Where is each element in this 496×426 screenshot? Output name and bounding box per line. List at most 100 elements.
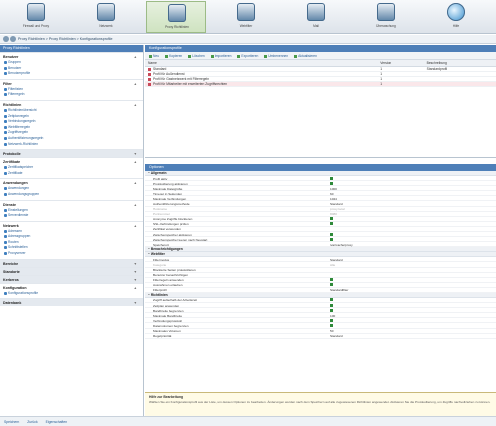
sidebar-item-benutzerprofile[interactable]: Benutzerprofile [0, 71, 143, 77]
checkbox[interactable] [330, 176, 333, 180]
option-value[interactable]: 1024 [330, 197, 337, 201]
expand-icon[interactable]: ▼ [134, 301, 137, 305]
sidebar-section-anwendungen[interactable]: Anwendungen ▲ [0, 178, 143, 186]
collapse-icon[interactable]: ▲ [134, 103, 137, 107]
sidebar-section-standorte[interactable]: Standorte ▼ [0, 266, 143, 275]
sidebar-section-filter[interactable]: Filter ▲ [0, 78, 143, 87]
option-label: Verbindungsprotokoll [153, 318, 182, 323]
option-value[interactable] [330, 237, 333, 242]
checkbox[interactable] [330, 323, 333, 327]
sidebar-section-konfiguration[interactable]: Konfiguration ▲ [0, 282, 143, 291]
collapse-icon[interactable]: ▲ [134, 55, 137, 59]
sidebar-section-benutzer[interactable]: Benutzer ▲ [0, 52, 143, 60]
option-value[interactable]: proxy.local [330, 207, 345, 211]
collapse-icon[interactable]: ▲ [134, 82, 137, 86]
option-value[interactable] [330, 176, 333, 181]
collapse-icon[interactable]: ▲ [134, 203, 137, 207]
option-value[interactable] [330, 308, 333, 313]
expand-icon[interactable]: ▼ [134, 152, 137, 156]
option-value[interactable]: Standard [330, 202, 343, 206]
checkbox[interactable] [330, 278, 333, 282]
sidebar-item-anwendungsgruppen[interactable]: Anwendungsgruppen [0, 192, 143, 198]
sidebar-item-serverdienste[interactable]: Serverdienste [0, 213, 143, 219]
option-value[interactable]: 1000 [330, 187, 337, 191]
option-value[interactable] [330, 323, 333, 328]
checkbox[interactable] [330, 232, 333, 236]
option-value[interactable] [330, 318, 333, 323]
action-aktualisieren[interactable]: Aktualisieren [294, 54, 317, 58]
forward-icon[interactable] [10, 36, 16, 42]
option-value[interactable]: /var/cache/proxy [330, 243, 353, 247]
sidebar-section-datenbank[interactable]: Datenbank ▼ [0, 298, 143, 307]
option-value[interactable]: Standardfilter [330, 288, 348, 292]
action-importieren[interactable]: Importieren [210, 54, 231, 58]
sidebar-section-kerberos[interactable]: Kerberos ▼ [0, 274, 143, 283]
collapse-icon[interactable]: ▲ [134, 286, 137, 290]
toolbar-button-berwachung[interactable]: Überwachung [356, 1, 416, 33]
option-label: Maximale Bandbreite [153, 313, 183, 318]
action-kopieren[interactable]: Kopieren [165, 54, 182, 58]
checkbox[interactable] [330, 181, 333, 185]
checkbox[interactable] [330, 283, 333, 287]
toolbar-button-firewall-und-proxy[interactable]: Firewall und Proxy [6, 1, 66, 33]
option-value[interactable]: 100 [330, 314, 335, 318]
action-neu[interactable]: Neu [149, 54, 159, 58]
option-value[interactable]: Standard [330, 334, 343, 338]
option-row[interactable]: Speicherort/var/cache/proxy [145, 242, 496, 248]
option-value[interactable] [330, 232, 333, 237]
checkbox[interactable] [330, 308, 333, 312]
table-row[interactable]: Profil für Mitarbeiter mit erweiterten Z… [145, 81, 496, 87]
option-value[interactable] [330, 298, 333, 302]
sidebar-item-zertifikate[interactable]: Zertifikate [0, 171, 143, 177]
option-value[interactable] [330, 303, 333, 308]
expand-icon[interactable]: ▼ [134, 262, 137, 266]
sidebar-section-protokolle[interactable]: Protokolle ▼ [0, 149, 143, 158]
option-value[interactable]: 60 [330, 192, 333, 196]
sidebar-section-zertifikate[interactable]: Zertifikate ▲ [0, 157, 143, 165]
option-row[interactable]: Filterprofil Standardfilter [145, 288, 496, 293]
checkbox[interactable] [330, 298, 333, 302]
status-speichern[interactable]: Speichern [4, 420, 19, 424]
expand-icon[interactable]: ▼ [134, 270, 137, 274]
sidebar-section-richtlinien[interactable]: Richtlinien ▲ [0, 99, 143, 108]
collapse-icon[interactable]: ▲ [134, 160, 137, 164]
option-value[interactable]: Alle [330, 263, 335, 267]
checkbox[interactable] [330, 237, 333, 241]
status-zur-ck[interactable]: Zurück [27, 420, 37, 424]
option-value[interactable] [330, 181, 333, 186]
sidebar-item-netzwerk-richtlinien[interactable]: Netzwerk-Richtlinien [0, 142, 143, 148]
toolbar-button-webfilter[interactable]: Webfilter [216, 1, 276, 33]
collapse-icon[interactable]: ▲ [134, 224, 137, 228]
checkbox[interactable] [330, 222, 333, 226]
toolbar-button-hilfe[interactable]: Hilfe [426, 1, 486, 33]
action-icon [210, 54, 214, 58]
checkbox[interactable] [330, 318, 333, 322]
option-row[interactable]: Regelpriorität Standard [145, 334, 496, 339]
option-value[interactable] [330, 222, 333, 226]
option-value[interactable]: 8080 [330, 212, 337, 216]
sidebar-item-filterregeln[interactable]: Filterregeln [0, 92, 143, 98]
toolbar-button-proxy-richtlinien[interactable]: Proxy Richtlinien [146, 1, 206, 33]
option-value[interactable] [330, 283, 333, 287]
option-value[interactable]: 50 [330, 329, 333, 333]
sidebar-item-proxyserver[interactable]: Proxyserver [0, 251, 143, 257]
action-umbenennen[interactable]: Umbenennen [264, 54, 288, 58]
action-exportieren[interactable]: Exportieren [237, 54, 258, 58]
breadcrumb[interactable]: Proxy Richtlinien > Proxy Richtlinien > … [18, 37, 112, 41]
status-eigenschaften[interactable]: Eigenschaften [46, 420, 68, 424]
checkbox[interactable] [330, 217, 333, 221]
collapse-icon[interactable]: ▲ [134, 181, 137, 185]
sidebar-section-netzwerk[interactable]: Netzwerk ▲ [0, 220, 143, 229]
expand-icon[interactable]: ▼ [134, 278, 137, 282]
sidebar-section-bereiche[interactable]: Bereiche ▼ [0, 258, 143, 267]
checkbox[interactable] [330, 303, 333, 307]
sidebar-item-konfigurationsprofile[interactable]: Konfigurationsprofile [0, 291, 143, 297]
action-l-schen[interactable]: Löschen [188, 54, 205, 58]
option-value[interactable] [330, 217, 333, 221]
option-value[interactable] [330, 278, 333, 282]
toolbar-button-netzwerk[interactable]: Netzwerk [76, 1, 136, 33]
back-icon[interactable] [3, 36, 9, 42]
toolbar-button-mail[interactable]: Mail [286, 1, 346, 33]
sidebar-section-dienste[interactable]: Dienste ▲ [0, 199, 143, 208]
option-value[interactable]: Standard [330, 258, 343, 262]
